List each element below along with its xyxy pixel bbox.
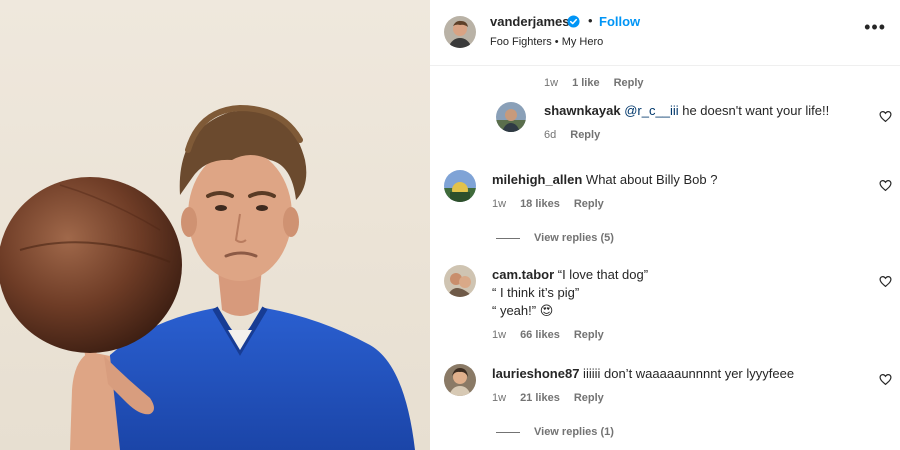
- heart-icon[interactable]: [879, 179, 892, 192]
- comment-body: iiiiii don’t waaaaaunnnnt yer lyyyfeee: [579, 366, 795, 381]
- comment-username[interactable]: shawnkayak: [544, 103, 621, 118]
- commenter-avatar[interactable]: [444, 170, 476, 202]
- post-photo: [0, 0, 430, 450]
- comment-username[interactable]: laurieshone87: [492, 366, 579, 381]
- comment-body: he doesn't want your life!!: [678, 103, 830, 118]
- comment-text: shawnkayak @r_c__iii he doesn't want you…: [544, 102, 829, 120]
- comment-body-line: “ I think it’s pig”: [492, 285, 580, 300]
- comment-body: What about Billy Bob ?: [582, 172, 718, 187]
- author-avatar-image: [444, 16, 476, 48]
- comment-likes[interactable]: 1 like: [572, 77, 600, 89]
- reply-button[interactable]: Reply: [574, 329, 604, 341]
- audio-subtitle[interactable]: Foo Fighters • My Hero: [490, 36, 603, 48]
- header-separator: •: [588, 13, 593, 28]
- comment-meta: 1w 66 likes Reply: [492, 329, 618, 341]
- comment-likes[interactable]: 18 likes: [520, 198, 560, 210]
- comment-time: 1w: [492, 329, 507, 341]
- heart-icon[interactable]: [879, 110, 892, 123]
- follow-button[interactable]: Follow: [599, 14, 640, 29]
- more-options-icon[interactable]: •••: [864, 18, 886, 36]
- reply-button[interactable]: Reply: [614, 77, 644, 89]
- comment-mention[interactable]: @r_c__iii: [624, 103, 678, 118]
- heart-icon[interactable]: [879, 373, 892, 386]
- view-replies-label: View replies (1): [534, 426, 614, 438]
- post-photo-illustration: [0, 104, 415, 450]
- avatar-image: [444, 265, 476, 297]
- view-replies-line: [496, 237, 520, 239]
- comment-body: “I love that dog”: [554, 267, 649, 282]
- comment-time: 1w: [544, 77, 559, 89]
- author-username[interactable]: vanderjames: [490, 14, 570, 29]
- view-replies-button[interactable]: View replies (5): [496, 232, 614, 244]
- comment-text: cam.tabor “I love that dog”: [492, 266, 648, 284]
- comment-time: 6d: [544, 129, 557, 141]
- comment-username[interactable]: milehigh_allen: [492, 172, 582, 187]
- reply-button[interactable]: Reply: [574, 392, 604, 404]
- comment-likes[interactable]: 66 likes: [520, 329, 560, 341]
- comment-body-line: “ yeah!” 😍: [492, 302, 553, 320]
- avatar-image: [444, 170, 476, 202]
- reply-button[interactable]: Reply: [574, 198, 604, 210]
- comment-body-line-text: “ yeah!”: [492, 303, 540, 318]
- previous-comment-meta: 1w 1 like Reply: [544, 77, 658, 89]
- post-header: vanderjames • Follow Foo Fighters • My H…: [430, 0, 900, 66]
- commenter-avatar[interactable]: [496, 102, 526, 132]
- commenter-avatar[interactable]: [444, 265, 476, 297]
- comment-meta: 1w 21 likes Reply: [492, 392, 618, 404]
- comment-text: milehigh_allen What about Billy Bob ?: [492, 171, 717, 189]
- heart-eyes-emoji: 😍: [539, 303, 554, 318]
- view-replies-button[interactable]: View replies (1): [496, 426, 614, 438]
- comment-meta: 1w 18 likes Reply: [492, 198, 618, 210]
- avatar-image: [496, 102, 526, 132]
- author-avatar[interactable]: [444, 16, 476, 48]
- heart-icon[interactable]: [879, 275, 892, 288]
- view-replies-label: View replies (5): [534, 232, 614, 244]
- view-replies-line: [496, 431, 520, 433]
- comment-username[interactable]: cam.tabor: [492, 267, 554, 282]
- commenter-avatar[interactable]: [444, 364, 476, 396]
- avatar-image: [444, 364, 476, 396]
- comment-meta: 6d Reply: [544, 129, 614, 141]
- comment-likes[interactable]: 21 likes: [520, 392, 560, 404]
- reply-button[interactable]: Reply: [570, 129, 600, 141]
- verified-badge-icon: [567, 15, 580, 28]
- comment-text: laurieshone87 iiiiii don’t waaaaaunnnnt …: [492, 365, 794, 383]
- comments-panel: vanderjames • Follow Foo Fighters • My H…: [430, 0, 900, 450]
- comment-time: 1w: [492, 198, 507, 210]
- comment-time: 1w: [492, 392, 507, 404]
